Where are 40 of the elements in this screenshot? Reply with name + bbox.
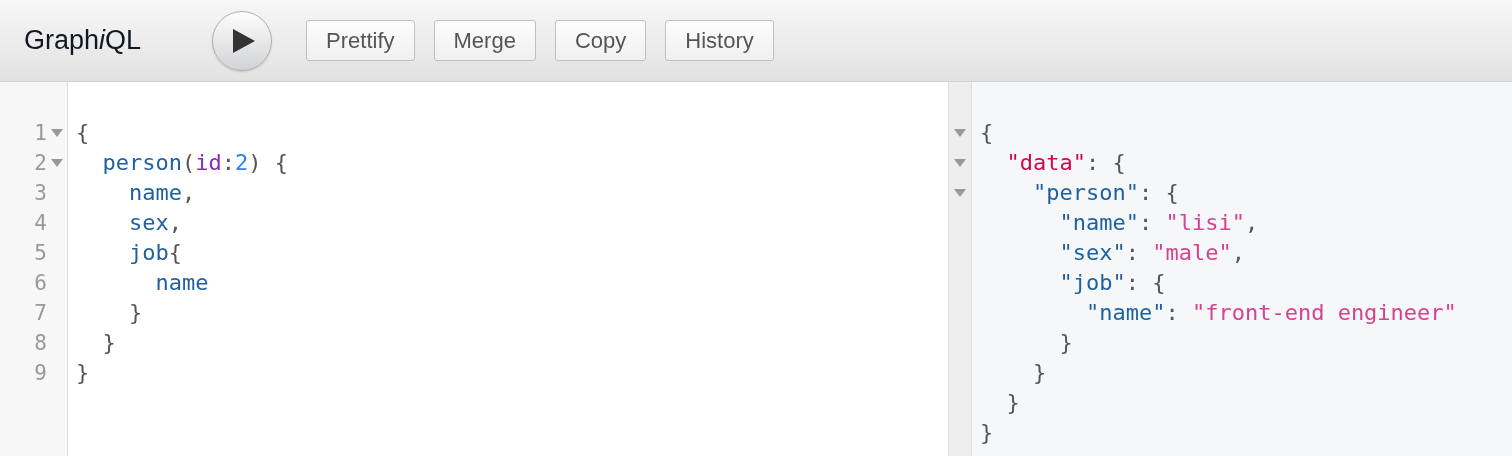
line-number: 3 [33,181,47,205]
result-line: "name": "lisi", [1058,210,1259,235]
result-line: } [1005,390,1020,415]
result-line: "name": "front-end engineer" [1084,300,1457,325]
fold-caret-icon[interactable] [51,129,63,137]
result-line: } [1031,360,1047,385]
fold-caret-icon[interactable] [954,159,966,167]
toolbar-button[interactable]: Copy [554,20,647,61]
toolbar-button[interactable]: Prettify [306,20,415,61]
line-number: 2 [33,151,47,175]
line-number: 7 [33,301,47,325]
code-line: } [127,300,143,325]
result-line: { [980,120,994,145]
result-line: "person": { [1031,180,1179,205]
line-number: 1 [33,121,47,145]
fold-caret-icon[interactable] [954,189,966,197]
play-icon [233,28,256,53]
result-line: "data": { [1005,150,1126,175]
app-title: GraphiQL [24,25,142,56]
code-line: person(id:2) { [101,150,288,175]
fold-caret-icon[interactable] [954,129,966,137]
line-number: 5 [33,241,47,265]
line-number: 9 [33,361,47,385]
code-line: { [76,120,90,145]
code-line: job{ [127,240,182,265]
result-line: "sex": "male", [1058,240,1245,265]
code-line: sex, [127,210,182,235]
line-number: 4 [33,211,47,235]
result-line: } [1058,330,1073,355]
toolbar-button[interactable]: History [665,20,774,61]
result-line: "job": { [1058,270,1166,295]
code-line: } [101,330,116,355]
code-line: name, [127,180,196,205]
fold-caret-icon[interactable] [51,159,63,167]
code-line: } [76,360,90,385]
line-number: 6 [33,271,47,295]
toolbar-button[interactable]: Merge [433,20,536,61]
line-number: 8 [33,331,47,355]
result-line: } [980,420,994,445]
code-line: name [154,270,209,295]
